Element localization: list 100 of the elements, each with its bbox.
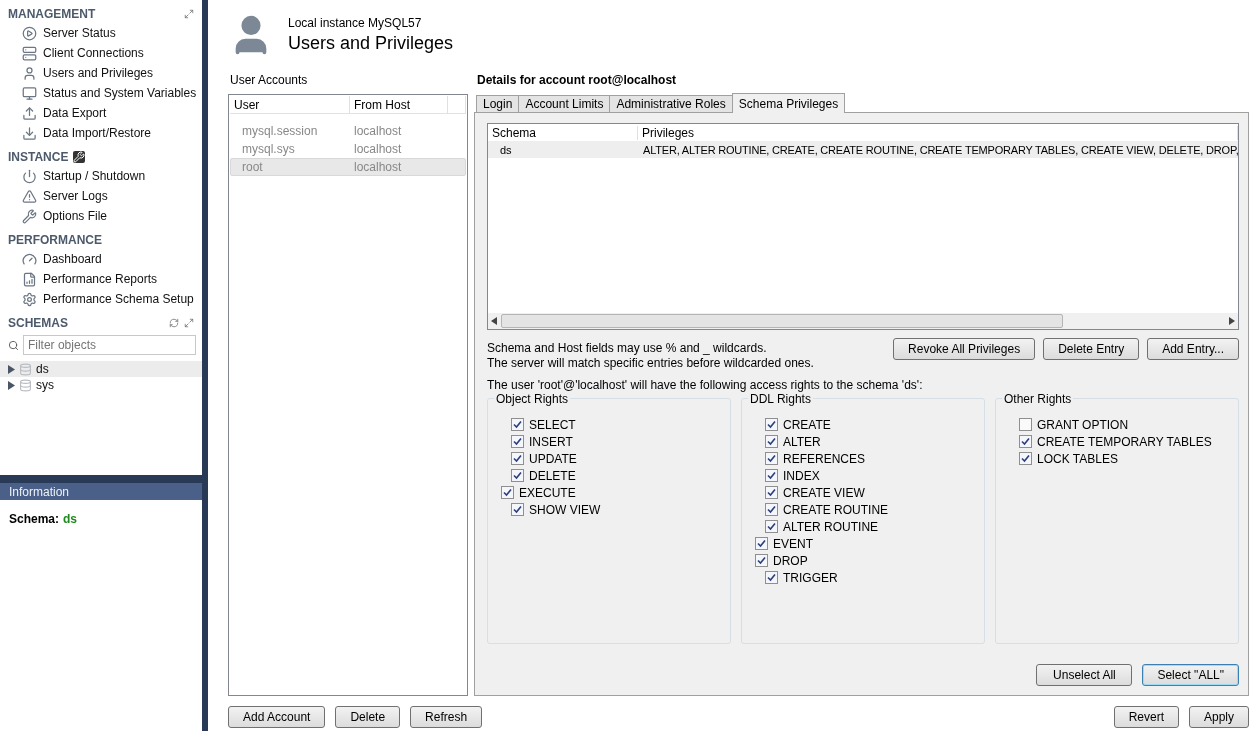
page-title: Users and Privileges — [288, 33, 454, 54]
select-button[interactable]: Select "ALL" — [1142, 664, 1239, 686]
table-cell-text: mysql.sys — [241, 142, 296, 156]
section-title: INSTANCE — [8, 149, 69, 164]
checkbox-label: DROP — [773, 553, 808, 568]
user-icon — [22, 65, 37, 81]
table-cell-text: ds — [499, 143, 513, 156]
column-header[interactable]: Schema — [488, 125, 638, 140]
checkbox-label: INSERT — [529, 434, 573, 449]
scroll-right-icon[interactable] — [1229, 317, 1235, 325]
checkbox[interactable] — [755, 554, 768, 567]
sidebar-item[interactable]: Status and System Variables — [0, 83, 202, 103]
expand-icon[interactable] — [184, 8, 194, 19]
privilege-row[interactable]: ds ALTER, ALTER ROUTINE, CREATE, CREATE ROUTINE, CREATE TEMPORARY TABLES, CREATE VIEW, DELETE, DROP, — [488, 141, 1238, 158]
checkbox-label: ALTER ROUTINE — [783, 519, 879, 534]
entry-button[interactable]: Add Entry... — [1147, 338, 1239, 360]
checkbox-label: ALTER — [783, 434, 821, 449]
checkbox[interactable] — [765, 435, 778, 448]
user-row[interactable]: mysql.session localhost — [230, 122, 466, 140]
table-cell-text: localhost — [353, 124, 403, 138]
table-cell-text: localhost — [353, 160, 403, 174]
checkbox[interactable] — [1019, 418, 1032, 431]
account-button[interactable]: Delete — [335, 706, 401, 728]
table-cell-text: ALTER, ALTER ROUTINE, CREATE, CREATE ROUTINE, CREATE TEMPORARY TABLES, CREATE VIEW, DELETE, DROP, — [642, 143, 1239, 156]
dialog-button[interactable]: Apply — [1188, 706, 1249, 728]
checkbox-label: TRIGGER — [783, 570, 838, 585]
checkbox[interactable] — [511, 418, 524, 431]
tab[interactable]: Schema Privileges — [731, 93, 846, 113]
upload-icon — [22, 105, 37, 121]
info-label: Schema: — [9, 512, 60, 528]
report-icon — [22, 271, 37, 287]
sidebar-item[interactable]: Server Status — [0, 23, 202, 43]
checkbox[interactable] — [765, 520, 778, 533]
account-button[interactable]: Add Account — [228, 706, 326, 728]
checkbox[interactable] — [765, 571, 778, 584]
horizontal-scrollbar[interactable] — [488, 313, 1238, 329]
checkbox[interactable] — [511, 469, 524, 482]
warning-icon — [22, 188, 37, 204]
checkbox-label: CREATE — [783, 417, 831, 432]
sidebar-item[interactable]: Dashboard — [0, 249, 202, 269]
entry-button[interactable]: Revoke All Privileges — [893, 338, 1036, 360]
scroll-left-icon[interactable] — [491, 317, 497, 325]
group-title: Other Rights — [1002, 392, 1074, 406]
schema-tree-item[interactable]: sys — [0, 377, 202, 393]
search-icon — [8, 339, 19, 351]
column-header[interactable]: Privileges — [638, 125, 1238, 140]
checkbox-label: CREATE TEMPORARY TABLES — [1037, 434, 1212, 449]
refresh-icon[interactable] — [169, 317, 179, 328]
user-row[interactable]: mysql.sys localhost — [230, 140, 466, 158]
entry-button[interactable]: Delete Entry — [1043, 338, 1140, 360]
section-title: SCHEMAS — [8, 315, 68, 330]
checkbox[interactable] — [765, 486, 778, 499]
settings-icon — [22, 291, 37, 307]
checkbox[interactable] — [1019, 435, 1032, 448]
checkbox-label: CREATE VIEW — [783, 485, 865, 500]
database-icon — [19, 362, 32, 376]
group-title: Object Rights — [494, 392, 571, 406]
select-button[interactable]: Unselect All — [1036, 664, 1133, 686]
checkbox[interactable] — [765, 503, 778, 516]
checkbox[interactable] — [765, 452, 778, 465]
expand-icon[interactable] — [184, 317, 194, 328]
checkbox[interactable] — [1019, 452, 1032, 465]
sidebar-item[interactable]: Client Connections — [0, 43, 202, 63]
wrench-icon — [22, 208, 37, 224]
info-value: ds — [63, 512, 78, 528]
hint-text: Schema and Host fields may use % and _ wildcards. — [487, 341, 768, 355]
sidebar-item[interactable]: Users and Privileges — [0, 63, 202, 83]
checkbox[interactable] — [511, 503, 524, 516]
sidebar-item[interactable]: Performance Reports — [0, 269, 202, 289]
dialog-button[interactable]: Revert — [1113, 706, 1179, 728]
checkbox-label: INDEX — [783, 468, 820, 483]
column-header[interactable]: From Host — [350, 96, 448, 114]
monitor-icon — [22, 85, 37, 101]
filter-field[interactable]: Filter objects — [22, 335, 196, 355]
server-icon — [22, 45, 37, 61]
section-label: User Accounts — [229, 72, 309, 89]
wrench-icon — [73, 150, 86, 163]
access-summary: The user 'root'@'localhost' will have the following access rights to the schema 'ds': — [487, 378, 924, 392]
checkbox[interactable] — [501, 486, 514, 499]
sidebar-item[interactable]: Data Import/Restore — [0, 123, 202, 143]
tab[interactable]: Account Limits — [518, 95, 611, 113]
tab[interactable]: Administrative Roles — [609, 95, 733, 113]
sidebar-item[interactable]: Startup / Shutdown — [0, 166, 202, 186]
checkbox-label: UPDATE — [529, 451, 577, 466]
column-header[interactable]: User — [230, 96, 350, 114]
sidebar-item[interactable]: Performance Schema Setup — [0, 289, 202, 309]
checkbox[interactable] — [765, 418, 778, 431]
checkbox[interactable] — [511, 452, 524, 465]
table-cell-text: mysql.session — [241, 124, 319, 138]
panel-title: Information — [9, 484, 70, 499]
checkbox[interactable] — [765, 469, 778, 482]
sidebar-item[interactable]: Data Export — [0, 103, 202, 123]
account-button[interactable]: Refresh — [410, 706, 483, 728]
sidebar-item[interactable]: Options File — [0, 206, 202, 226]
sidebar-item[interactable]: Server Logs — [0, 186, 202, 206]
checkbox[interactable] — [511, 435, 524, 448]
checkbox[interactable] — [755, 537, 768, 550]
checkbox-label: CREATE ROUTINE — [783, 502, 889, 517]
tab[interactable]: Login — [476, 95, 520, 113]
schema-tree-item[interactable]: ds — [0, 361, 202, 377]
